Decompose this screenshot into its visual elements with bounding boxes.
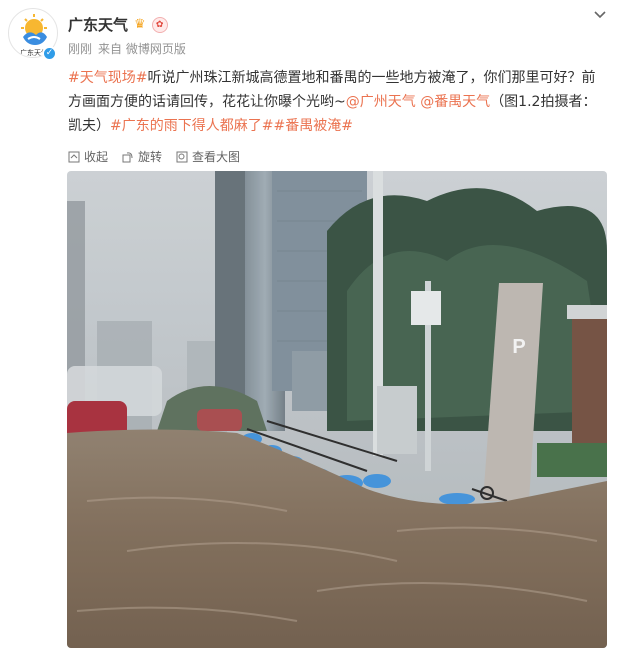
crown-icon[interactable]: ♛ — [134, 17, 146, 32]
verified-badge-icon: ✓ — [42, 46, 57, 61]
weibo-post: 广东天气 ✓ 广东天气 ♛ ✿ 刚刚 来自 微博网页版 #天气现场#听说广州珠江… — [0, 0, 624, 648]
post-source: 来自 微博网页版 — [98, 42, 186, 56]
rotate-icon — [122, 151, 133, 162]
rotate-label: 旋转 — [138, 150, 163, 164]
flood-photo-image: P — [67, 171, 607, 648]
post-text: #天气现场#听说广州珠江新城高德置地和番禺的一些地方被淹了，你们那里可好？前方画… — [68, 66, 608, 138]
mention-guangzhou-weather[interactable]: @广州天气 — [346, 94, 416, 110]
view-large-label: 查看大图 — [192, 150, 241, 164]
view-large-button[interactable]: 查看大图 — [176, 148, 240, 165]
image-actions: 收起 旋转 查看大图 — [68, 148, 240, 165]
zoom-icon — [176, 151, 188, 162]
post-meta: 刚刚 来自 微博网页版 — [68, 40, 186, 57]
collapse-button[interactable]: 收起 — [68, 148, 108, 165]
author-name[interactable]: 广东天气 — [68, 14, 128, 35]
flood-photo[interactable]: P — [67, 171, 607, 648]
post-time[interactable]: 刚刚 — [68, 40, 92, 57]
mention-panyu-weather[interactable]: @番禺天气 — [420, 94, 490, 110]
author-row: 广东天气 ♛ ✿ — [68, 14, 168, 35]
member-badge-icon[interactable]: ✿ — [151, 16, 168, 33]
hashtag-panyu-flooded[interactable]: #番禺被淹# — [273, 118, 352, 134]
hashtag-weather-scene[interactable]: #天气现场# — [68, 70, 147, 86]
rotate-button[interactable]: 旋转 — [122, 148, 162, 165]
collapse-icon — [68, 151, 80, 162]
chevron-down-icon[interactable] — [592, 6, 608, 22]
collapse-label: 收起 — [84, 150, 109, 164]
hashtag-guangdong-rain[interactable]: #广东的雨下得人都麻了# — [110, 118, 273, 134]
